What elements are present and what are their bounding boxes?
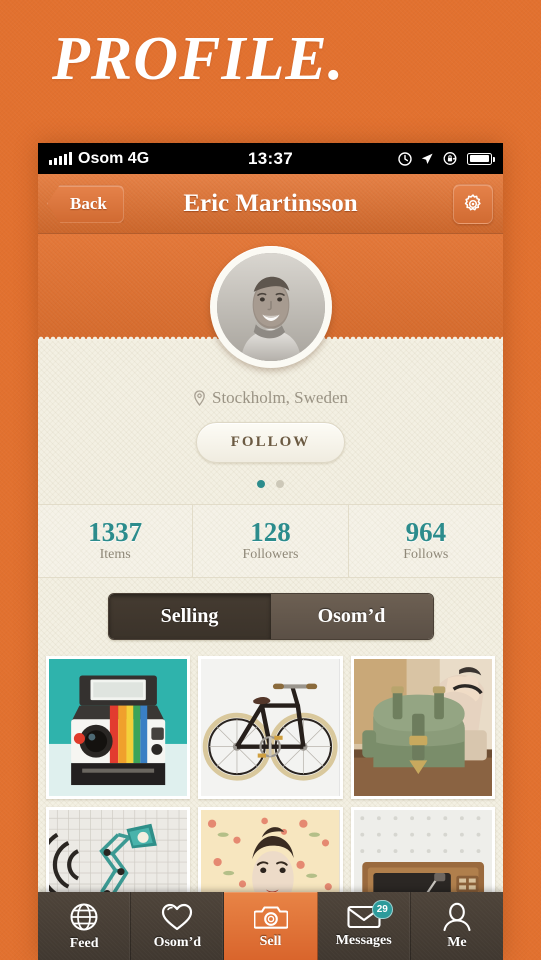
page-dot-1[interactable] — [257, 480, 265, 488]
tab-feed[interactable]: Feed — [38, 892, 132, 960]
location-label: Stockholm, Sweden — [212, 388, 348, 407]
tab-osomd[interactable]: Osom’d — [131, 892, 225, 960]
green-satchel-bag-image — [353, 659, 492, 797]
person-icon — [443, 902, 471, 931]
stat-follows[interactable]: 964 Follows — [347, 505, 503, 578]
phone-screen: Osom 4G 13:37 Back Eric Martinsson Stock… — [38, 143, 503, 960]
page-title: PROFILE. — [52, 25, 345, 93]
grid-item-polaroid-camera[interactable] — [46, 656, 191, 800]
polaroid-camera-image — [49, 659, 188, 797]
grid-item-green-satchel-bag[interactable] — [350, 656, 495, 800]
tab-bar: Feed Osom’d Sell 29 Messages Me — [38, 892, 503, 960]
tab-label: Sell — [259, 933, 282, 949]
rotation-lock-icon — [443, 152, 457, 165]
status-bar: Osom 4G 13:37 — [38, 143, 503, 174]
avatar[interactable] — [209, 246, 332, 368]
status-bar-right — [293, 151, 496, 166]
tab-label: Feed — [69, 935, 99, 951]
stat-value: 1337 — [88, 517, 143, 547]
profile-content: Stockholm, Sweden FOLLOW 1337 Items 128 … — [38, 246, 503, 951]
stat-label: Followers — [242, 547, 299, 563]
heart-icon — [162, 903, 193, 930]
stat-label: Items — [99, 547, 131, 563]
stats-row: 1337 Items 128 Followers 964 Follows — [38, 504, 503, 579]
map-pin-icon — [194, 389, 205, 406]
back-button[interactable]: Back — [47, 184, 124, 223]
stat-label: Follows — [403, 547, 449, 563]
tab-me[interactable]: Me — [410, 892, 503, 960]
globe-icon — [70, 903, 98, 930]
status-bar-left: Osom 4G — [49, 150, 248, 168]
carrier-label: Osom 4G — [78, 149, 150, 167]
messages-badge: 29 — [371, 900, 393, 919]
tab-label: Osom’d — [153, 934, 202, 950]
camera-icon — [253, 905, 288, 929]
location-arrow-icon — [421, 153, 433, 164]
battery-icon — [467, 152, 496, 165]
gear-icon — [464, 193, 481, 210]
stat-value: 128 — [250, 517, 291, 547]
grid-item-vintage-bicycle[interactable] — [198, 656, 343, 800]
clock-icon — [398, 151, 412, 166]
vintage-bicycle-image — [201, 659, 340, 797]
stat-followers[interactable]: 128 Followers — [192, 505, 347, 578]
follow-row: FOLLOW — [38, 408, 503, 463]
tab-sell[interactable]: Sell — [224, 892, 318, 960]
stat-items[interactable]: 1337 Items — [38, 505, 192, 577]
page-dot-2[interactable] — [276, 480, 284, 488]
clock-label: 13:37 — [248, 148, 293, 168]
page-dots[interactable] — [38, 463, 503, 488]
portrait-illustration — [216, 253, 325, 361]
tab-messages[interactable]: 29 Messages — [317, 892, 411, 960]
segment-selling[interactable]: Selling — [108, 594, 271, 640]
avatar-photo — [216, 253, 325, 361]
follow-button[interactable]: FOLLOW — [195, 422, 346, 463]
stat-value: 964 — [405, 517, 447, 547]
nav-bar: Back Eric Martinsson — [38, 174, 503, 234]
tab-label: Me — [447, 934, 467, 950]
settings-button[interactable] — [453, 183, 493, 224]
signal-strength-icon — [49, 152, 72, 165]
segmented-control[interactable]: Selling Osom’d — [107, 593, 434, 641]
tab-label: Messages — [335, 932, 392, 948]
segmented-control-row: Selling Osom’d — [38, 578, 503, 656]
segment-osomd[interactable]: Osom’d — [270, 594, 433, 640]
